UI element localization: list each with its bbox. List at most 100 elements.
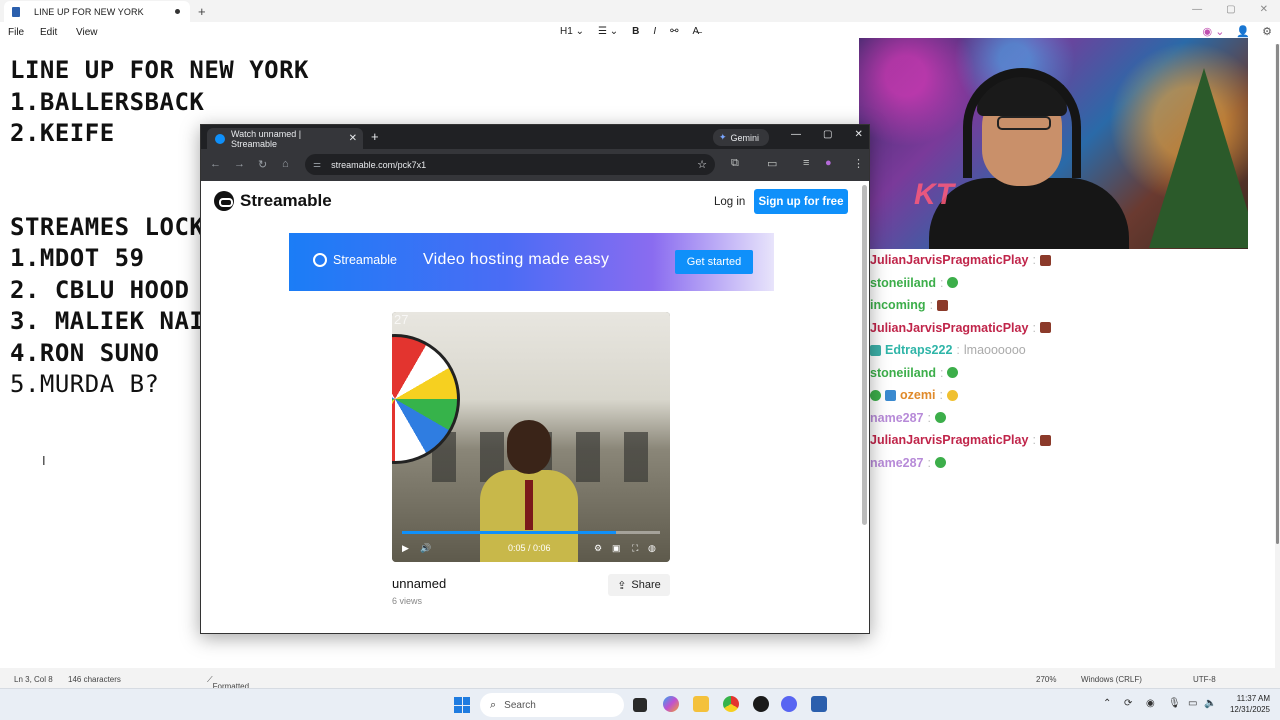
- browser-tabbar: Watch unnamed | Streamable ✕ + ✦ Gemini …: [201, 125, 869, 149]
- chat-badge-icon: [885, 389, 896, 401]
- back-arrow-icon[interactable]: ←: [210, 158, 221, 170]
- list-dropdown[interactable]: ☰ ⌄: [598, 26, 618, 37]
- browser-window: Watch unnamed | Streamable ✕ + ✦ Gemini …: [200, 124, 870, 634]
- copilot-taskbar-icon[interactable]: [663, 696, 679, 712]
- notepad-tab[interactable]: LINE UP FOR NEW YORK: [4, 1, 190, 22]
- taskbar-clock[interactable]: 11:37 AM 12/31/2025: [1222, 693, 1270, 715]
- heading-label: H1: [560, 26, 573, 37]
- signup-button[interactable]: Sign up for free: [754, 189, 848, 214]
- gemini-button[interactable]: ✦ Gemini: [713, 129, 769, 146]
- menu-file[interactable]: File: [8, 27, 24, 38]
- reading-mode-icon[interactable]: ▭: [767, 157, 777, 170]
- microphone-icon[interactable]: 🎙: [1168, 698, 1181, 709]
- chat-username[interactable]: JulianJarvisPragmaticPlay: [870, 321, 1028, 335]
- clock-time: 11:37 AM: [1236, 694, 1270, 703]
- task-view-icon[interactable]: [633, 698, 647, 712]
- video-settings-gear-icon[interactable]: ⚙: [594, 543, 602, 554]
- tray-overflow-icon[interactable]: ⌃: [1103, 698, 1111, 709]
- chat-username[interactable]: stoneiiland: [870, 366, 936, 380]
- video-progress-bar[interactable]: [402, 531, 660, 534]
- discord-icon[interactable]: [781, 696, 797, 712]
- captions-icon[interactable]: ◍: [648, 543, 656, 554]
- streamable-logo[interactable]: Streamable: [214, 191, 332, 211]
- chat-username[interactable]: JulianJarvisPragmaticPlay: [870, 253, 1028, 267]
- chat-username[interactable]: name287: [870, 456, 924, 470]
- heading-dropdown[interactable]: H1 ⌄: [560, 26, 584, 37]
- extensions-icon[interactable]: ⧉: [731, 157, 739, 170]
- video-frame-tie: [525, 480, 533, 530]
- windows-start-icon[interactable]: [454, 697, 470, 713]
- editor-scrollbar[interactable]: [1276, 44, 1279, 544]
- browser-scrollbar[interactable]: [862, 185, 867, 525]
- search-placeholder: Search: [504, 699, 536, 711]
- menu-edit[interactable]: Edit: [40, 27, 57, 38]
- banner-tagline: Video hosting made easy: [423, 251, 610, 268]
- speaker-icon[interactable]: 🔈: [1204, 698, 1216, 709]
- account-icon[interactable]: 👤: [1236, 25, 1250, 38]
- browser-close-icon[interactable]: ✕: [854, 129, 862, 140]
- address-bar[interactable]: ⚌ streamable.com/pck7x1 ☆: [305, 154, 715, 175]
- site-info-icon[interactable]: ⚌: [313, 159, 321, 170]
- chat-separator: :: [927, 410, 931, 425]
- promo-banner[interactable]: Streamable Video hosting made easy Get s…: [289, 233, 774, 291]
- chat-message: name287:: [870, 407, 1270, 430]
- chat-username[interactable]: incoming: [870, 298, 926, 312]
- chrome-icon[interactable]: [723, 696, 739, 712]
- share-icon: ⇪: [617, 579, 627, 592]
- video-player[interactable]: 27 ▶ 🔊 0:05 / 0:06 ⚙ ▣ ⛶ ◍: [392, 312, 670, 562]
- notepad-titlebar: LINE UP FOR NEW YORK + — ▢ ✕: [0, 0, 1280, 22]
- chat-username[interactable]: ozemi: [900, 388, 935, 402]
- get-started-button[interactable]: Get started: [675, 250, 753, 274]
- tray-app-icon[interactable]: ⟳: [1124, 698, 1132, 709]
- reload-icon[interactable]: ↻: [258, 158, 267, 171]
- video-frame-person-head: [507, 420, 551, 474]
- chat-username[interactable]: stoneiiland: [870, 276, 936, 290]
- browser-minimize-icon[interactable]: —: [791, 129, 801, 140]
- spellcheck-icon[interactable]: A̶: [693, 26, 700, 37]
- video-controls: ▶ 🔊 0:05 / 0:06 ⚙ ▣ ⛶ ◍: [392, 540, 670, 562]
- fullscreen-icon[interactable]: ⛶: [632, 543, 638, 554]
- bold-button[interactable]: B: [632, 26, 639, 37]
- editor-line: 2. CBLU HOOD: [10, 276, 190, 304]
- profile-avatar-icon[interactable]: ●: [825, 157, 832, 169]
- browser-menu-icon[interactable]: ⋮: [853, 157, 864, 170]
- unsaved-dot-icon[interactable]: [175, 9, 180, 14]
- browser-tab[interactable]: Watch unnamed | Streamable ✕: [207, 128, 363, 149]
- close-icon[interactable]: ✕: [1260, 4, 1268, 15]
- media-control-icon[interactable]: ≡: [803, 157, 809, 169]
- maximize-icon[interactable]: ▢: [1226, 4, 1235, 15]
- italic-button[interactable]: I: [653, 26, 656, 37]
- taskbar-search[interactable]: ⌕ Search: [480, 693, 624, 717]
- bookmark-star-icon[interactable]: ☆: [697, 158, 707, 171]
- chat-username[interactable]: Edtraps222: [885, 343, 952, 357]
- copilot-icon[interactable]: ◉ ⌄: [1203, 25, 1225, 38]
- play-icon[interactable]: ▶: [402, 543, 409, 554]
- laugh-emote-icon: [946, 389, 958, 401]
- video-views: 6 views: [392, 596, 423, 606]
- forward-arrow-icon[interactable]: →: [234, 158, 245, 170]
- browser-new-tab-icon[interactable]: +: [371, 129, 379, 144]
- menu-view[interactable]: View: [76, 27, 98, 38]
- zoom-level: 270%: [1036, 675, 1057, 684]
- chat-overlay: JulianJarvisPragmaticPlay: stoneiiland: in…: [870, 249, 1270, 474]
- notepad-taskbar-icon[interactable]: [811, 696, 827, 712]
- share-button[interactable]: ⇪ Share: [608, 574, 670, 596]
- tab-close-icon[interactable]: ✕: [349, 133, 357, 144]
- home-icon[interactable]: ⌂: [282, 158, 289, 170]
- app-dark-icon[interactable]: [753, 696, 769, 712]
- pip-icon[interactable]: ▣: [612, 543, 621, 554]
- format-status[interactable]: ⟋ Formatted: [207, 675, 249, 691]
- chat-username[interactable]: JulianJarvisPragmaticPlay: [870, 433, 1028, 447]
- link-icon[interactable]: ⚯: [670, 26, 678, 37]
- tray-record-icon[interactable]: ◉: [1146, 698, 1155, 709]
- chat-message: stoneiiland:: [870, 362, 1270, 385]
- settings-gear-icon[interactable]: ⚙: [1262, 25, 1272, 38]
- new-tab-plus-icon[interactable]: +: [198, 4, 206, 19]
- network-icon[interactable]: ▭: [1188, 698, 1197, 709]
- minimize-icon[interactable]: —: [1192, 4, 1202, 15]
- file-explorer-icon[interactable]: [693, 696, 709, 712]
- chat-username[interactable]: name287: [870, 411, 924, 425]
- browser-maximize-icon[interactable]: ▢: [823, 129, 832, 140]
- volume-icon[interactable]: 🔊: [420, 543, 431, 554]
- login-link[interactable]: Log in: [714, 196, 745, 208]
